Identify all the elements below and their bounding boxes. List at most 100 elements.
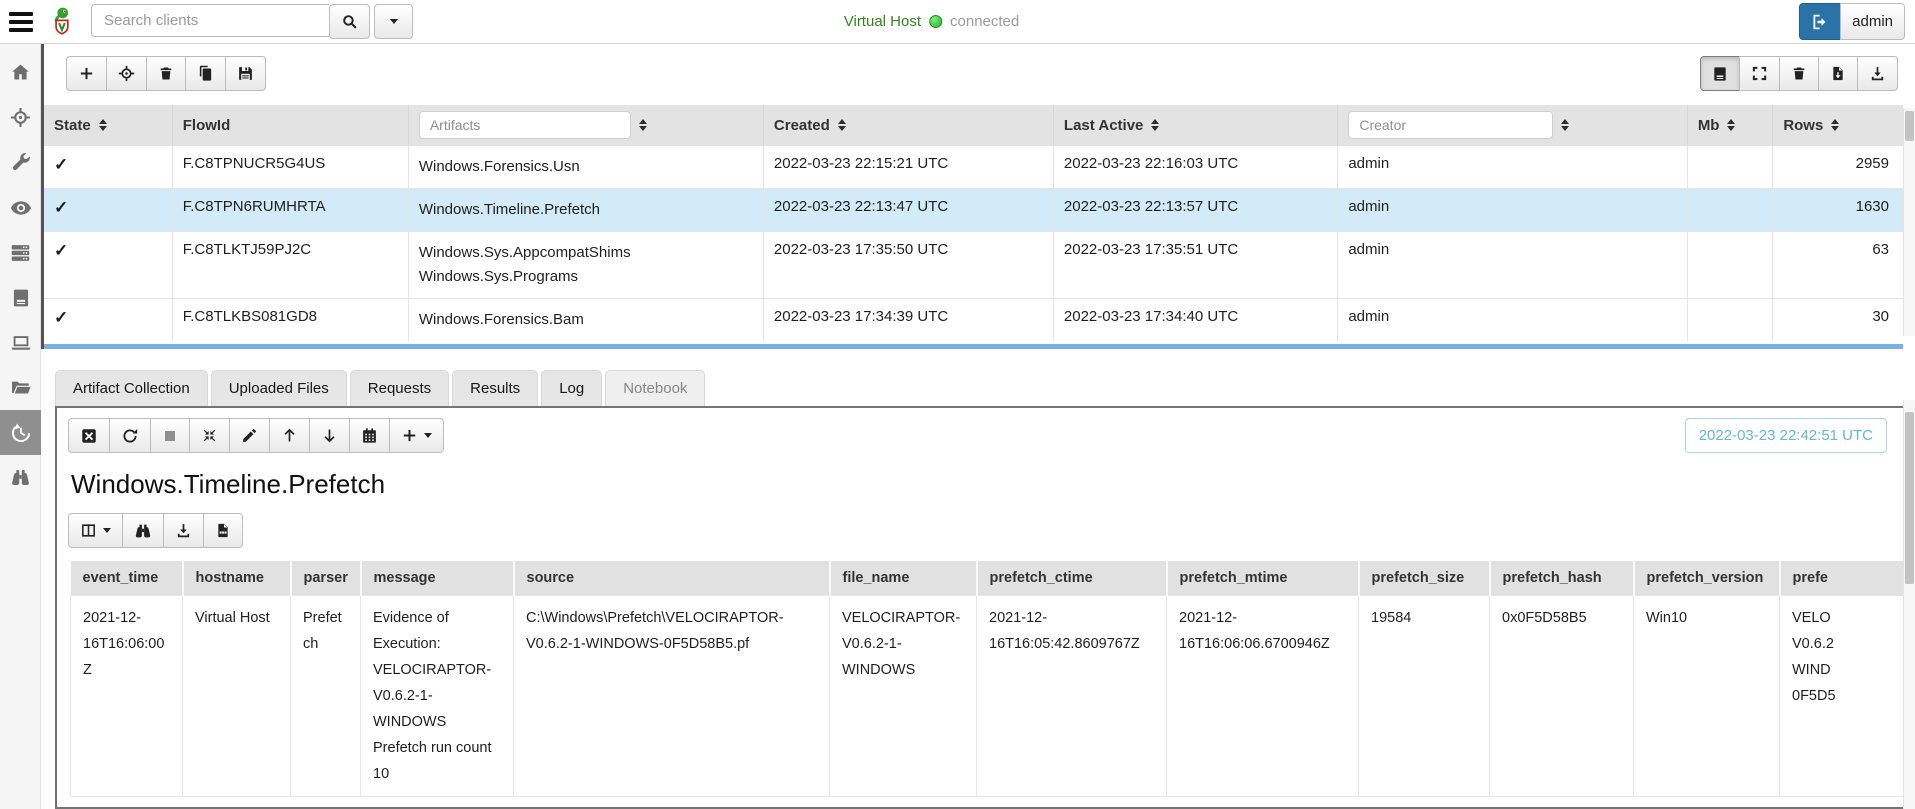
horizontal-scrollbar[interactable] xyxy=(44,344,1903,349)
flows-toolbar xyxy=(44,44,1903,105)
tab-requests[interactable]: Requests xyxy=(350,370,449,406)
cell-last-active: 2022-03-23 22:13:57 UTC xyxy=(1053,189,1337,232)
new-collection-button[interactable] xyxy=(66,56,107,91)
result-row[interactable]: 2021-12-16T16:06:00Z Virtual Host Prefet… xyxy=(71,596,1906,797)
search-options-button[interactable] xyxy=(374,4,413,39)
col-rows[interactable]: Rows xyxy=(1773,105,1903,146)
columns-icon xyxy=(80,522,97,539)
sidebar-item-server-events[interactable] xyxy=(0,185,41,230)
notebook-cell-title: Windows.Timeline.Prefetch xyxy=(71,469,1903,500)
cell-prefetch-size: 19584 xyxy=(1359,596,1490,797)
wrench-icon xyxy=(10,152,31,173)
notebook-view-button[interactable] xyxy=(1700,56,1740,91)
col-artifacts[interactable] xyxy=(408,105,763,146)
sidebar-item-artifacts[interactable] xyxy=(0,275,41,320)
download-icon xyxy=(175,522,192,539)
move-cell-up-button[interactable] xyxy=(269,418,310,453)
connected-dot-icon xyxy=(929,15,942,28)
sidebar-item-virtual-filesystem[interactable] xyxy=(0,365,41,410)
flow-row-selected[interactable]: ✓ F.C8TPN6RUMHRTA Windows.Timeline.Prefe… xyxy=(44,189,1903,232)
cell-creator: admin xyxy=(1338,299,1687,342)
recalculate-cell-button[interactable] xyxy=(109,418,151,453)
cell-creator: admin xyxy=(1338,232,1687,299)
cell-rows: 30 xyxy=(1773,299,1903,342)
edit-cell-button[interactable] xyxy=(229,418,270,453)
sidebar-item-home[interactable] xyxy=(0,50,41,95)
sidebar-item-hunt-manager[interactable] xyxy=(0,95,41,140)
history-icon xyxy=(10,422,32,444)
download-results-button[interactable] xyxy=(1857,56,1898,91)
new-hunt-from-flow-button[interactable] xyxy=(106,56,147,91)
add-timeline-button[interactable] xyxy=(349,418,390,453)
delete-flow-button[interactable] xyxy=(146,56,186,91)
export-csv-button[interactable] xyxy=(203,513,243,548)
delete-cell-button[interactable] xyxy=(68,418,110,453)
col-mb[interactable]: Mb xyxy=(1687,105,1773,146)
artifacts-filter-input[interactable] xyxy=(419,111,631,139)
tab-results[interactable]: Results xyxy=(452,370,538,406)
page-scrollbar[interactable] xyxy=(1903,400,1915,809)
col-last-active[interactable]: Last Active xyxy=(1053,105,1337,146)
col-source: source xyxy=(514,561,830,596)
download-table-button[interactable] xyxy=(163,513,204,548)
cell-rows: 2959 xyxy=(1773,146,1903,189)
calendar-icon xyxy=(361,427,378,444)
cell-timestamp-badge: 2022-03-23 22:42:51 UTC xyxy=(1685,418,1887,453)
search-results-button[interactable] xyxy=(122,513,164,548)
flows-table: State FlowId Created Last Active Mb Rows… xyxy=(44,105,1903,341)
col-created[interactable]: Created xyxy=(763,105,1053,146)
logout-button[interactable] xyxy=(1799,3,1841,40)
sidebar-item-collected-artifacts[interactable] xyxy=(0,410,41,455)
home-icon xyxy=(10,62,31,83)
cell-artifacts: Windows.Sys.AppcompatShims Windows.Sys.P… xyxy=(408,232,763,299)
stop-icon xyxy=(162,428,178,444)
tab-log[interactable]: Log xyxy=(541,370,602,406)
hamburger-menu-icon[interactable] xyxy=(6,7,36,37)
chevron-down-icon xyxy=(424,433,432,438)
chevron-down-icon xyxy=(390,19,398,24)
user-menu: admin xyxy=(1799,3,1905,40)
tab-uploaded-files[interactable]: Uploaded Files xyxy=(211,370,347,406)
col-flowid[interactable]: FlowId xyxy=(172,105,408,146)
copy-flow-button[interactable] xyxy=(185,56,226,91)
username-button[interactable]: admin xyxy=(1840,3,1905,40)
search-button[interactable] xyxy=(329,4,370,39)
move-cell-down-button[interactable] xyxy=(309,418,350,453)
crosshair-icon xyxy=(118,65,135,82)
csv-file-icon xyxy=(215,522,231,539)
cell-prefetch-hash: 0x0F5D58B5 xyxy=(1490,596,1634,797)
tab-notebook[interactable]: Notebook xyxy=(605,370,705,406)
flows-scrollbar[interactable] xyxy=(1903,108,1915,336)
col-state[interactable]: State xyxy=(44,105,172,146)
creator-filter-input[interactable] xyxy=(1348,111,1553,139)
add-cell-button[interactable] xyxy=(389,418,444,453)
arrow-down-icon xyxy=(321,427,338,444)
cell-file-name: VELOCIRAPTOR-V0.6.2-1-WINDOWS xyxy=(830,596,977,797)
stop-calculation-button[interactable] xyxy=(150,418,190,453)
server-stack-icon xyxy=(10,242,31,263)
export-report-button[interactable] xyxy=(1818,56,1858,91)
sort-icon xyxy=(1727,119,1735,131)
collapse-cell-button[interactable] xyxy=(189,418,230,453)
flow-row[interactable]: ✓ F.C8TLKTJ59PJ2C Windows.Sys.AppcompatS… xyxy=(44,232,1903,299)
fullscreen-button[interactable] xyxy=(1739,56,1780,91)
cell-flowid: F.C8TPNUCR5G4US xyxy=(172,146,408,189)
flow-row[interactable]: ✓ F.C8TLKBS081GD8 Windows.Forensics.Bam … xyxy=(44,299,1903,342)
col-creator[interactable] xyxy=(1338,105,1687,146)
refresh-icon xyxy=(121,427,139,445)
flow-row[interactable]: ✓ F.C8TPNUCR5G4US Windows.Forensics.Usn … xyxy=(44,146,1903,189)
scrollbar-thumb[interactable] xyxy=(1905,111,1914,141)
tab-artifact-collection[interactable]: Artifact Collection xyxy=(55,370,208,406)
search-input[interactable] xyxy=(91,4,329,37)
sort-icon xyxy=(1831,119,1839,131)
sidebar-item-host-information[interactable] xyxy=(0,320,41,365)
sidebar-item-server-artifacts[interactable] xyxy=(0,140,41,185)
notebook-icon xyxy=(1712,66,1728,82)
scrollbar-thumb[interactable] xyxy=(1905,412,1914,584)
column-selector-button[interactable] xyxy=(68,513,123,548)
save-collection-button[interactable] xyxy=(225,56,266,91)
sidebar-item-vql-search[interactable] xyxy=(0,455,41,500)
delete-flow-button-2[interactable] xyxy=(1779,56,1819,91)
folder-open-icon xyxy=(10,377,32,399)
sidebar-item-server-dashboard[interactable] xyxy=(0,230,41,275)
